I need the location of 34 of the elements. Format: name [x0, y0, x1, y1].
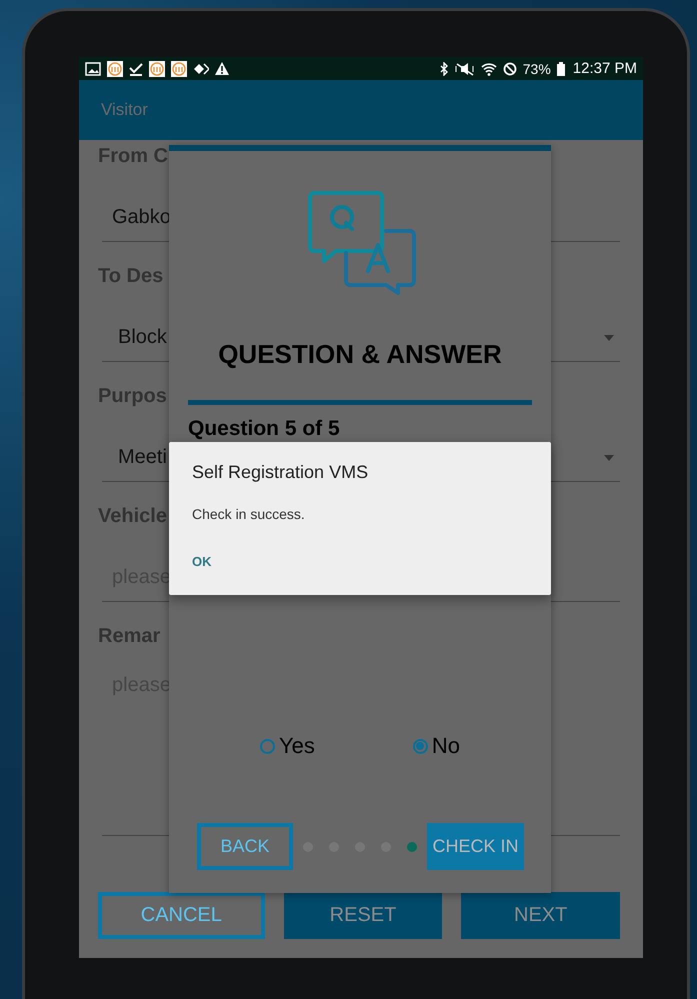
- radio-button[interactable]: [412, 738, 428, 754]
- checkmark-icon: [129, 62, 143, 76]
- bluetooth-icon: [440, 62, 449, 76]
- dialog-button[interactable]: CHECK IN: [427, 823, 524, 870]
- alert-message: Check in success.: [192, 506, 305, 522]
- caret-icon: [604, 454, 614, 460]
- dialog-title: QUESTION & ANSWER: [218, 339, 502, 370]
- block-icon: [502, 62, 517, 76]
- battery-icon: [556, 62, 565, 76]
- ok-button[interactable]: OK: [192, 550, 212, 573]
- question-counter: Question 5 of 5: [188, 417, 340, 441]
- caret-icon: [604, 334, 614, 340]
- diamond-arrow-icon: [193, 62, 209, 74]
- app-icon: [171, 60, 187, 76]
- app-icon: [107, 60, 123, 76]
- radio-button[interactable]: [260, 738, 275, 754]
- image-icon: [85, 62, 101, 76]
- battery-percentage: 73%: [522, 60, 551, 76]
- form-button[interactable]: RESET: [284, 892, 442, 939]
- radio-option[interactable]: Yes: [260, 733, 315, 759]
- page-dot[interactable]: [407, 842, 417, 852]
- warning-icon: [215, 62, 229, 75]
- form-button[interactable]: CANCEL: [98, 892, 265, 939]
- radio-label: Yes: [278, 733, 315, 759]
- app-title: Visitor: [101, 100, 148, 120]
- mute-icon: [454, 62, 475, 76]
- alert-title: Self Registration VMS: [192, 462, 368, 483]
- radio-option[interactable]: No: [412, 733, 460, 759]
- radio-label: No: [432, 733, 460, 759]
- form-button[interactable]: NEXT: [461, 892, 620, 939]
- wifi-icon: [480, 62, 497, 76]
- clock-time: 12:37 PM: [572, 60, 637, 77]
- dialog-button[interactable]: BACK: [197, 823, 293, 870]
- app-icon: [149, 60, 165, 76]
